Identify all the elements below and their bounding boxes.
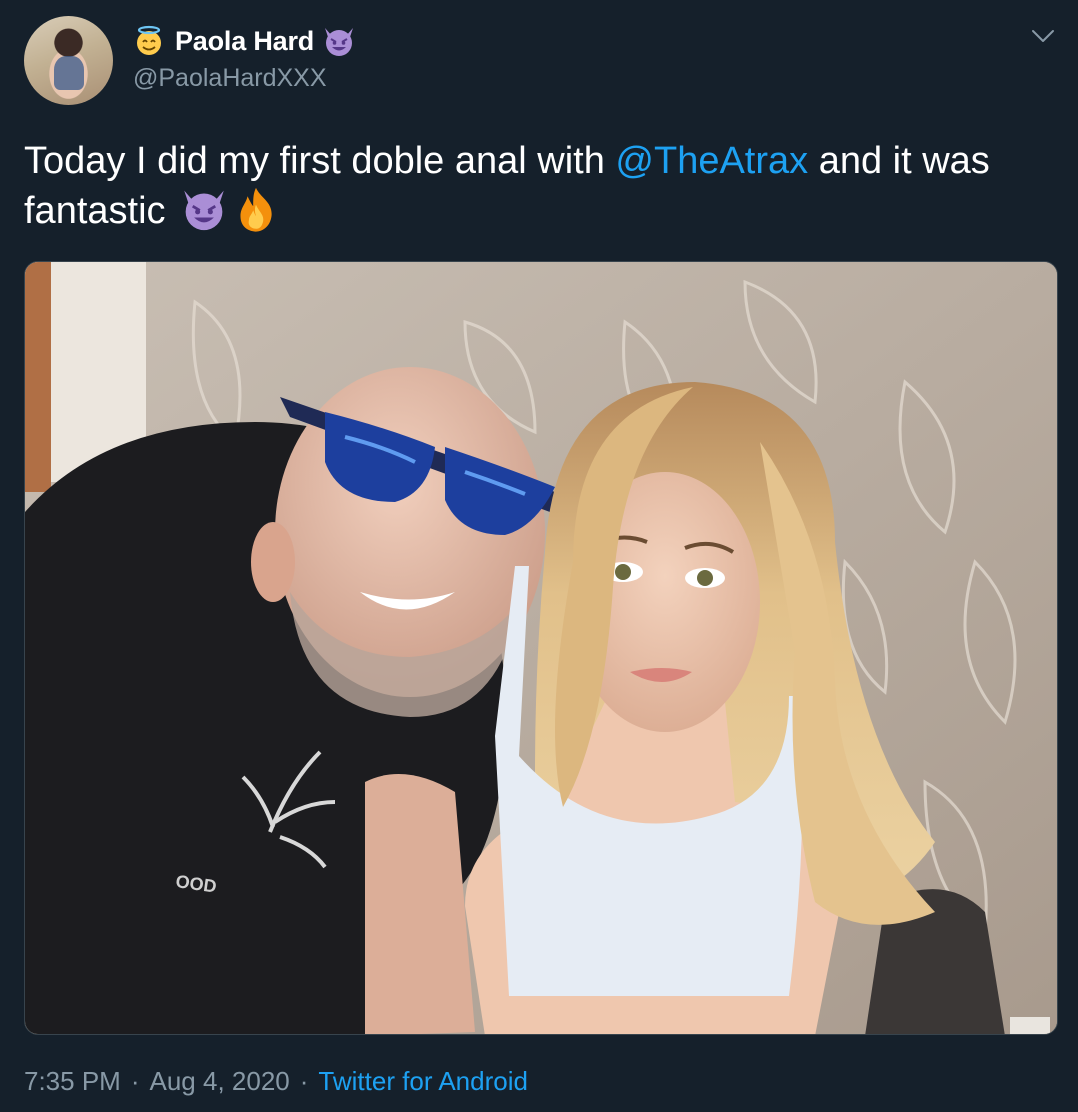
photo-illustration: OOD (25, 262, 1057, 1034)
author-name-row[interactable]: Paola Hard (133, 22, 356, 60)
smiling-devil-icon (180, 185, 228, 233)
footer-separator: · (299, 1066, 309, 1096)
tweet-text: Today I did my first doble anal with @Th… (24, 138, 1054, 235)
fire-icon (232, 185, 280, 233)
avatar-figure (54, 56, 84, 90)
footer-separator: · (130, 1066, 140, 1096)
author-handle[interactable]: @PaolaHardXXX (133, 64, 356, 93)
mention-link[interactable]: @TheAtrax (615, 140, 808, 182)
tweet-photo[interactable]: OOD (24, 261, 1058, 1035)
smiling-face-with-halo-icon (133, 25, 165, 57)
tweet-time[interactable]: 7:35 PM (24, 1066, 121, 1097)
tweet-header: Paola Hard @PaolaHardXXX (133, 22, 356, 93)
tweet-text-part1: Today I did my first doble anal with (24, 140, 616, 182)
tweet-footer: 7:35 PM · Aug 4, 2020 · Twitter for Andr… (24, 1066, 528, 1097)
chevron-down-icon[interactable] (1030, 26, 1056, 46)
tweet-date[interactable]: Aug 4, 2020 (150, 1066, 290, 1097)
tweet: Paola Hard @PaolaHardXXX Today I did my … (0, 0, 1078, 1112)
author-display-name[interactable]: Paola Hard (175, 26, 314, 57)
author-avatar[interactable] (24, 16, 113, 105)
smiling-devil-icon (322, 24, 356, 58)
tweet-source-link[interactable]: Twitter for Android (318, 1066, 528, 1097)
